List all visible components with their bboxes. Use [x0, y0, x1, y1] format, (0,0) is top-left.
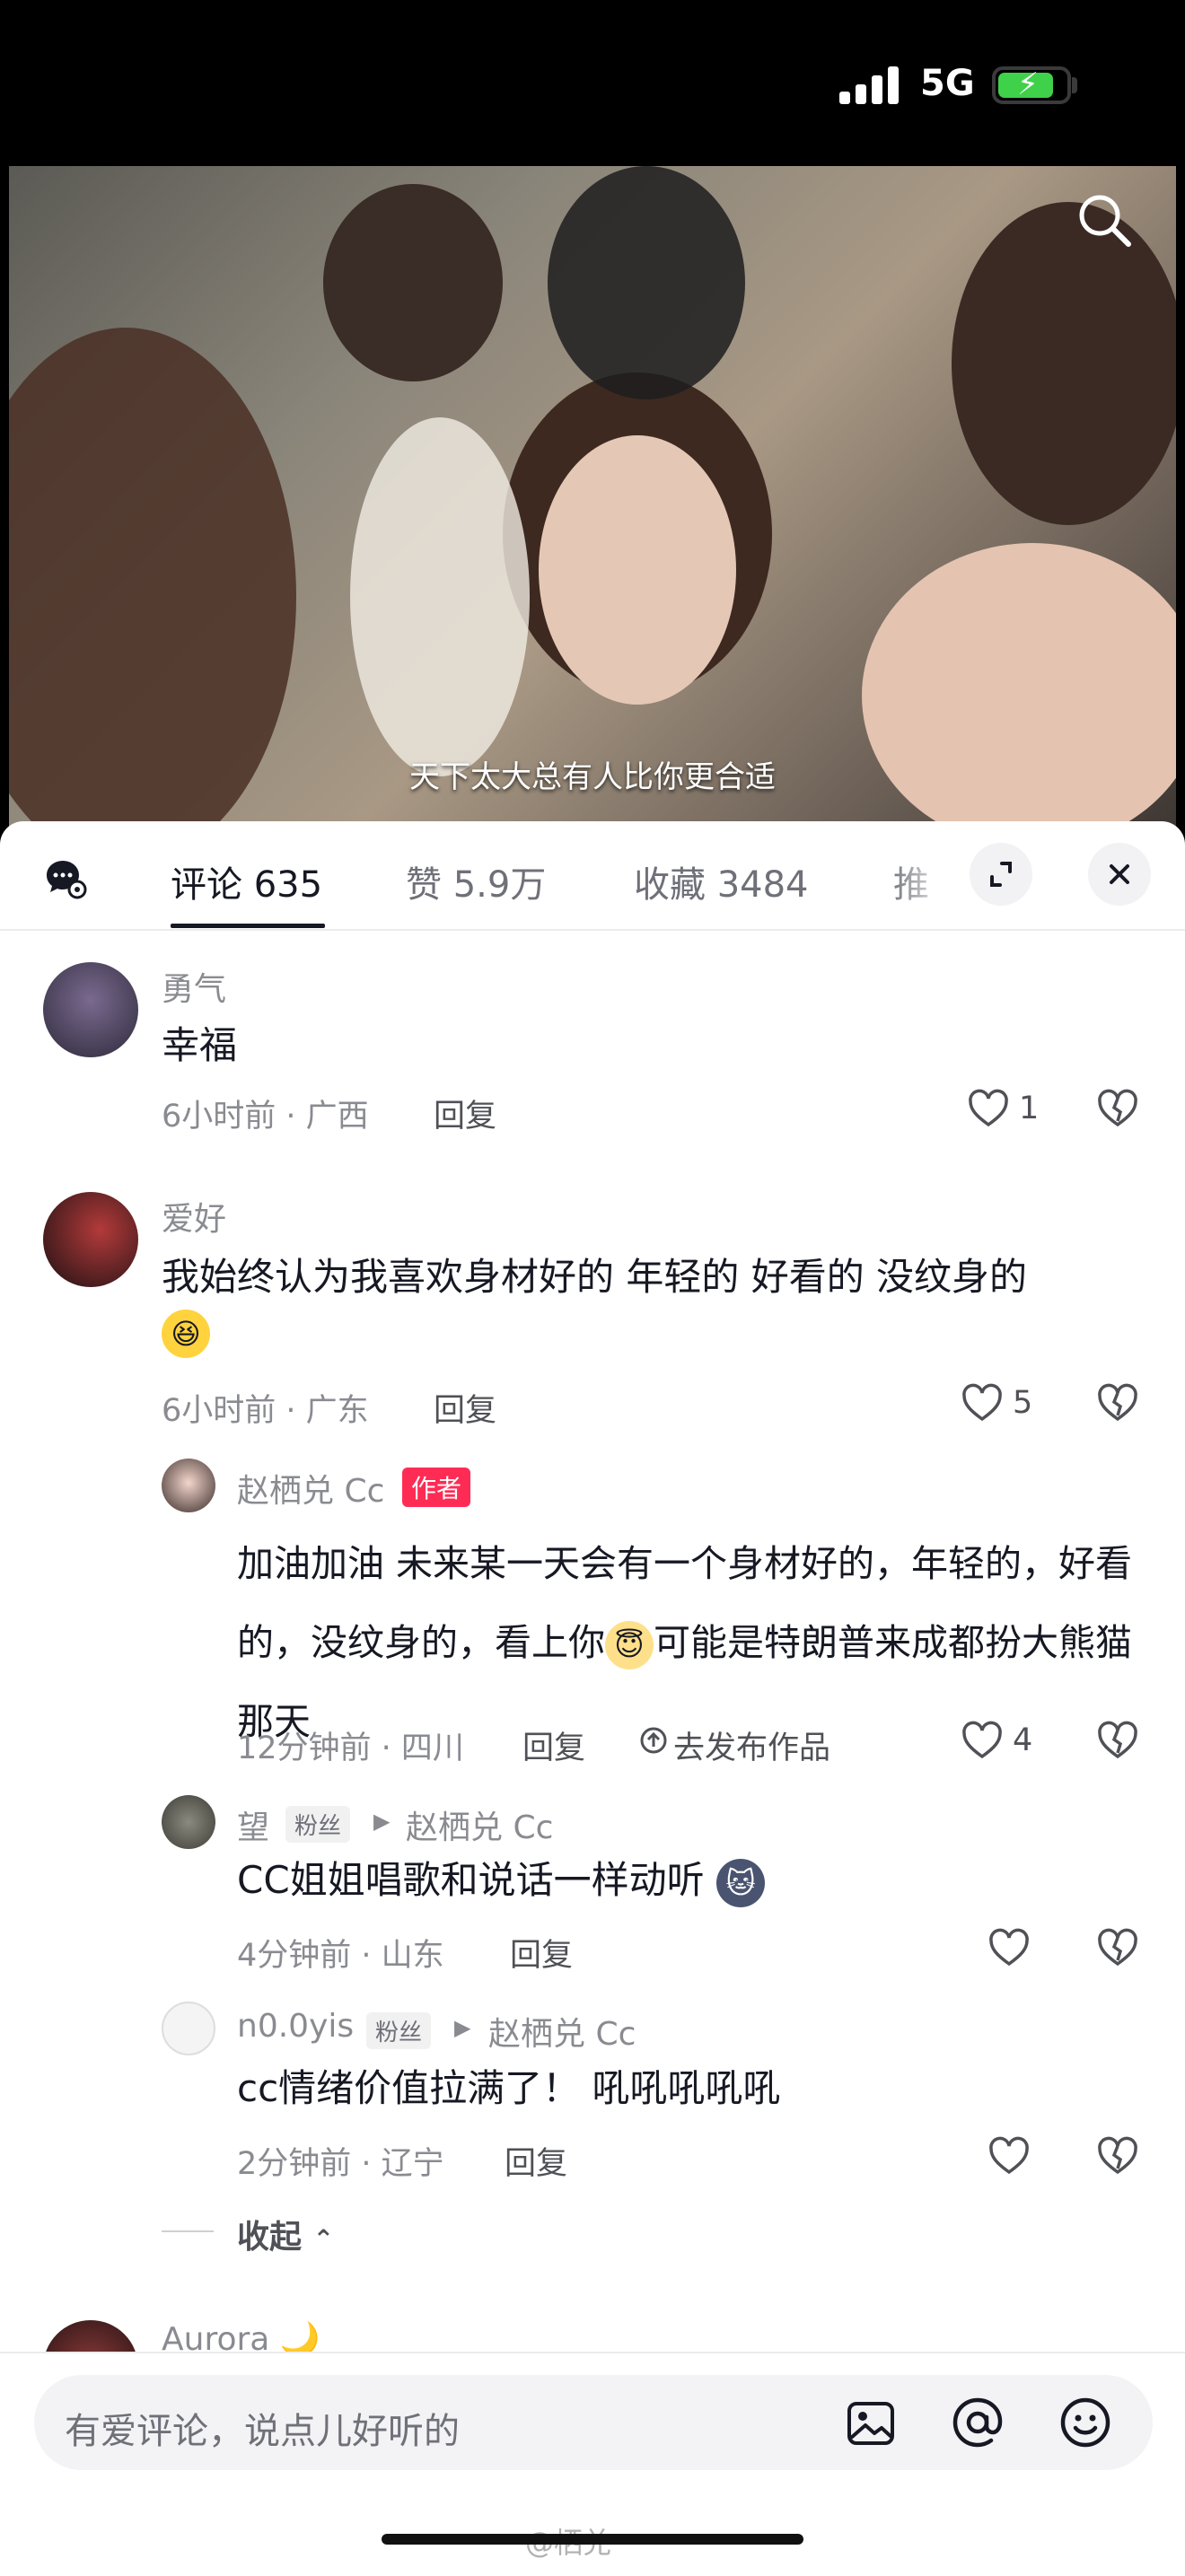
comment-username[interactable]: 爱好 [162, 1193, 226, 1240]
tab-favorites[interactable]: 收藏 3484 [634, 855, 809, 907]
reply-username[interactable]: 望 [237, 1801, 269, 1848]
avatar[interactable] [43, 1192, 138, 1287]
battery-tip [1072, 77, 1077, 93]
cat-emoji-icon: 🐱 [716, 1858, 766, 1907]
fan-badge: 粉丝 [366, 2012, 432, 2049]
image-icon[interactable] [844, 2396, 898, 2450]
comment-settings-icon[interactable] [43, 855, 88, 900]
reply-to-username[interactable]: 赵栖兑 Cc [488, 2008, 636, 2055]
heart-icon[interactable] [967, 1089, 1010, 1128]
comment-tabs: 评论 635 赞 5.9万 收藏 3484 推 [0, 821, 1185, 931]
emoji-icon[interactable] [1058, 2395, 1113, 2450]
reply-arrow-icon: ▶ [454, 2015, 471, 2040]
tab-likes[interactable]: 赞 5.9万 [406, 855, 546, 907]
reply-button[interactable]: 回复 [510, 1930, 573, 1976]
heart-icon[interactable] [988, 2136, 1031, 2176]
comment-text: 幸福 [162, 1023, 238, 1067]
comment-sheet: 评论 635 赞 5.9万 收藏 3484 推 勇气 幸福 6小时前 · 广西 … [0, 821, 1185, 2574]
chevron-up-icon: ⌃ [312, 2224, 335, 2254]
mention-icon[interactable] [950, 2395, 1005, 2450]
like-count: 4 [1013, 1722, 1033, 1758]
heart-icon[interactable] [961, 1721, 1004, 1760]
close-icon [1110, 864, 1129, 884]
video-subtitle: 天下太大总有人比你更合适 [409, 759, 776, 795]
tabs-fade [889, 839, 952, 920]
comment-text: 我始终认为我喜欢身材好的 年轻的 好看的 没纹身的 😆 [162, 1250, 1131, 1358]
search-icon[interactable] [1073, 188, 1136, 251]
comment-text-body: 我始终认为我喜欢身材好的 年轻的 好看的 没纹身的 [162, 1255, 1028, 1299]
comment-username[interactable]: 勇气 [162, 963, 226, 1010]
reply-button[interactable]: 回复 [505, 2138, 567, 2184]
reply-username[interactable]: n0.0yis [237, 2008, 354, 2045]
tab-comments[interactable]: 评论 635 [171, 855, 322, 907]
like-count: 5 [1013, 1385, 1033, 1421]
active-tab-underline [171, 924, 325, 928]
grinning-emoji-icon: 😆 [162, 1309, 210, 1358]
broken-heart-icon[interactable] [1097, 1383, 1138, 1423]
fan-badge: 粉丝 [285, 1806, 351, 1843]
reply-button[interactable]: 回复 [522, 1722, 585, 1768]
heart-icon[interactable] [988, 1928, 1031, 1967]
avatar[interactable] [162, 1795, 215, 1849]
comment-meta: 6小时前 · 广东 [162, 1393, 369, 1429]
expand-icon [990, 862, 1012, 887]
collapse-replies-button[interactable]: 收起 ⌃ [237, 2211, 334, 2257]
reply-text-body: CC姐姐唱歌和说话一样动听 [237, 1858, 705, 1902]
reply-meta: 2分钟前 · 辽宁 [237, 2146, 444, 2182]
video-player[interactable] [9, 166, 1176, 830]
like-count: 1 [1019, 1091, 1040, 1126]
avatar[interactable] [43, 962, 138, 1057]
signal-icon [839, 66, 902, 104]
network-type: 5G [920, 63, 975, 104]
author-badge: 作者 [402, 1468, 471, 1507]
collapse-label: 收起 [237, 2219, 303, 2256]
angel-emoji-icon: 😇 [605, 1621, 654, 1669]
reply-text: CC姐姐唱歌和说话一样动听 🐱 [237, 1853, 1135, 1907]
input-placeholder: 有爱评论，说点儿好听的 [65, 2411, 460, 2452]
comment-input[interactable]: 有爱评论，说点儿好听的 [34, 2375, 1153, 2470]
expand-button[interactable] [970, 843, 1032, 906]
avatar[interactable] [162, 1459, 215, 1512]
status-bar: 5G ⚡ [0, 0, 1185, 162]
avatar[interactable] [162, 2002, 215, 2055]
reply-meta: 12分钟前 · 四川 [237, 1730, 464, 1766]
reply-to-username[interactable]: 赵栖兑 Cc [406, 1801, 553, 1848]
broken-heart-icon[interactable] [1097, 1721, 1138, 1760]
broken-heart-icon[interactable] [1097, 1928, 1138, 1967]
reply-button[interactable]: 回复 [434, 1385, 496, 1431]
reply-arrow-icon: ▶ [373, 1809, 391, 1834]
home-indicator [382, 2534, 803, 2545]
reply-text: cc情绪价值拉满了！ 吼吼吼吼吼 [237, 2066, 781, 2110]
reply-meta: 4分钟前 · 山东 [237, 1938, 444, 1974]
broken-heart-icon[interactable] [1097, 1089, 1138, 1128]
collapse-divider [162, 2230, 214, 2232]
publish-icon [639, 1726, 668, 1755]
comment-meta: 6小时前 · 广西 [162, 1099, 369, 1135]
broken-heart-icon[interactable] [1097, 2136, 1138, 2176]
battery-icon: ⚡ [992, 66, 1071, 104]
publish-work-button[interactable]: 去发布作品 [673, 1722, 830, 1768]
close-button[interactable] [1088, 843, 1151, 906]
reply-button[interactable]: 回复 [434, 1091, 496, 1136]
reply-username[interactable]: 赵栖兑 Cc [237, 1465, 384, 1511]
heart-icon[interactable] [961, 1383, 1004, 1423]
